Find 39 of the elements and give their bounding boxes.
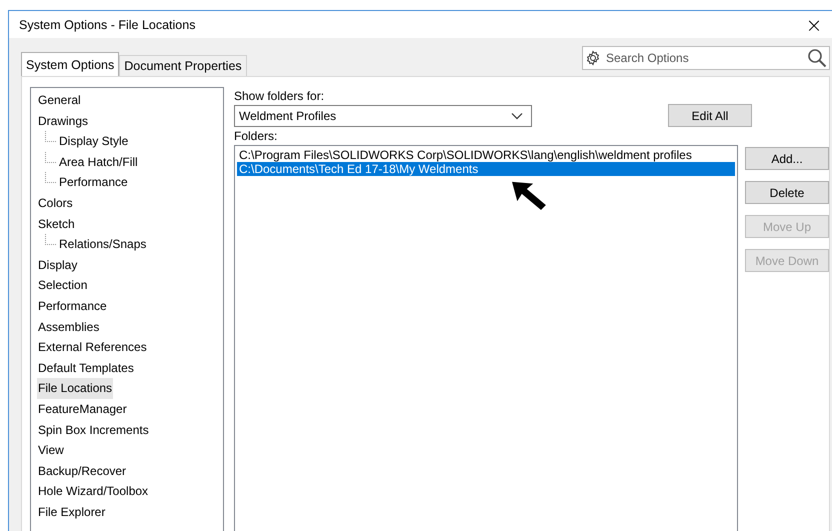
tree-item[interactable]: Relations/Snaps [58, 234, 148, 255]
tree-item[interactable]: View [37, 440, 65, 461]
edit-all-button[interactable]: Edit All [668, 104, 752, 127]
tree-item[interactable]: General [37, 90, 82, 111]
tree-item[interactable]: Spin Box Increments [37, 420, 150, 440]
tree-item[interactable]: File Explorer [37, 502, 106, 522]
tree-item[interactable]: Drawings [37, 110, 90, 132]
field-label: Folders: [234, 128, 278, 145]
search-field[interactable]: Search Options [604, 50, 804, 66]
tree-item[interactable]: Selection [37, 275, 88, 296]
folder-type-dropdown[interactable]: Weldment Profiles [234, 105, 532, 127]
window-title: System Options - File Locations [19, 18, 196, 32]
tree-item[interactable]: Default Templates [37, 358, 135, 378]
tab[interactable]: Document Properties [119, 55, 247, 76]
tree-item[interactable]: Display Style [58, 131, 130, 152]
tree-item[interactable]: FeatureManager [37, 398, 128, 420]
tree-item[interactable]: External References [37, 337, 148, 358]
tree-item[interactable]: Colors [37, 192, 74, 214]
search-icon[interactable] [807, 48, 827, 68]
tree-item[interactable]: Sketch [37, 214, 76, 234]
tree-item[interactable]: File Locations [37, 378, 114, 399]
tree-item[interactable]: Display [37, 254, 78, 276]
chevron-down-icon [511, 112, 523, 120]
folder-path-item[interactable]: C:\Program Files\SOLIDWORKS Corp\SOLIDWORKS\lang\english\weldment profiles [237, 148, 735, 162]
tree-item[interactable]: Area Hatch/Fill [58, 152, 139, 172]
tree-item[interactable]: Performance [37, 296, 108, 317]
settings-icon [585, 50, 601, 66]
close-button[interactable]: × [796, 12, 832, 38]
folder-path-item[interactable]: C:\Documents\Tech Ed 17-18\My Weldments [237, 162, 735, 176]
action-button[interactable]: Add... [745, 147, 829, 170]
tree-item[interactable]: Backup/Recover [37, 460, 128, 482]
tree-item[interactable]: Hole Wizard/Toolbox [37, 481, 150, 502]
search-field[interactable]: Search Options [582, 46, 830, 70]
cursor-arrow-icon [509, 179, 549, 213]
action-button[interactable]: Delete [745, 181, 829, 204]
tree-item[interactable]: Performance [58, 172, 129, 193]
field-label: Show folders for: [234, 88, 326, 105]
tree-item[interactable]: Assemblies [37, 316, 100, 338]
tab[interactable]: System Options [21, 52, 120, 76]
